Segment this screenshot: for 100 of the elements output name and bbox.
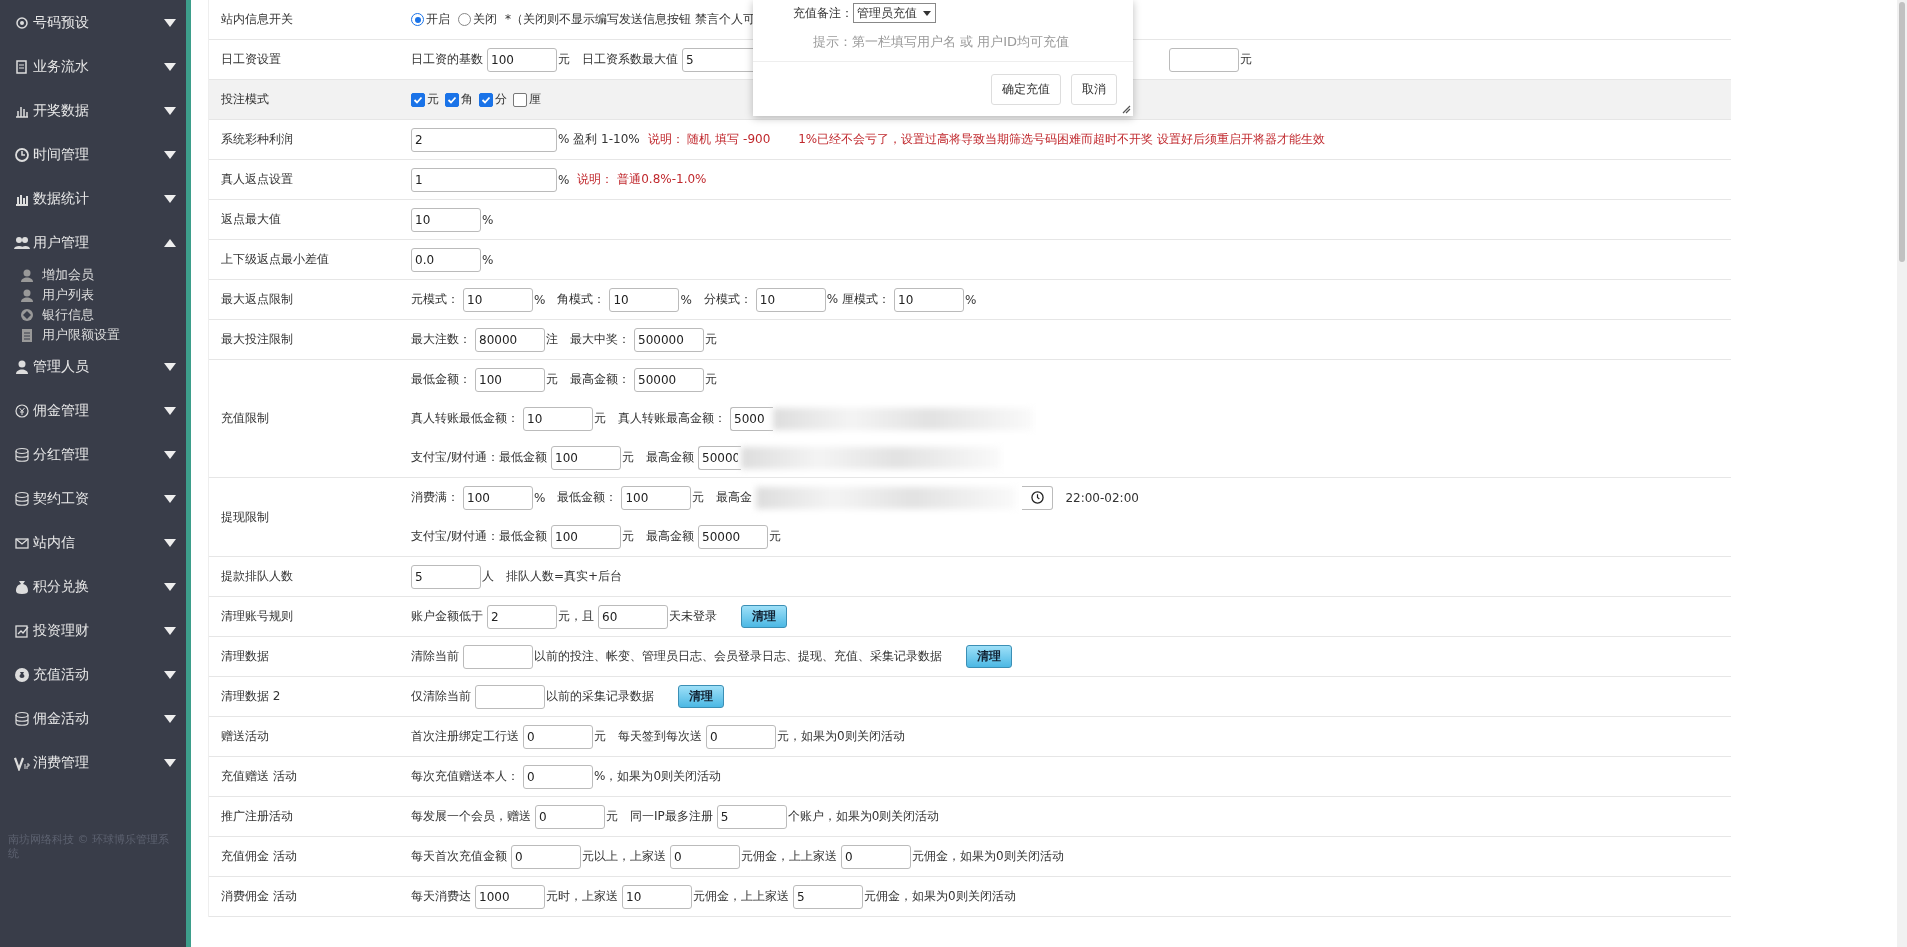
input-field[interactable]: 10 xyxy=(894,287,965,312)
field-label: 以前的采集记录数据 xyxy=(546,688,654,705)
row-label: 清理数据 xyxy=(220,648,270,665)
field-label: 元 xyxy=(558,51,570,68)
input-field[interactable]: 10 xyxy=(609,287,680,312)
caret-icon xyxy=(164,451,176,459)
input-field[interactable]: 0 xyxy=(841,844,911,869)
submenu-item[interactable]: 用户列表 xyxy=(0,285,186,305)
caret-icon xyxy=(164,195,176,203)
submenu-icon xyxy=(20,328,34,342)
input-field[interactable]: 1000 xyxy=(475,884,545,909)
input-field[interactable]: 2 xyxy=(411,127,557,152)
input-field[interactable]: 80000 xyxy=(475,327,545,352)
input-field[interactable]: 500000 xyxy=(634,327,704,352)
input-field[interactable]: 0 xyxy=(706,724,776,749)
checkbox[interactable]: 分 xyxy=(479,91,507,108)
menu-item-icon xyxy=(14,667,30,683)
input-field[interactable] xyxy=(475,684,545,709)
submenu-item[interactable]: 用户限额设置 xyxy=(0,325,186,345)
field-label: 最低金额： xyxy=(411,371,471,388)
clock-icon[interactable] xyxy=(1022,485,1054,510)
sidebar-item[interactable]: 号码预设 xyxy=(0,1,186,45)
input-field[interactable]: 5 xyxy=(716,804,787,829)
submenu-item[interactable]: 增加会员 xyxy=(0,265,186,285)
sidebar-item[interactable]: 数据统计 xyxy=(0,177,186,221)
caret-icon xyxy=(164,671,176,679)
input-field[interactable]: 100 xyxy=(551,524,622,549)
sidebar-item[interactable]: 佣金管理 xyxy=(0,389,186,433)
input-field[interactable]: 60 xyxy=(598,604,668,629)
input-field[interactable]: 0 xyxy=(535,804,605,829)
check-icon xyxy=(447,94,457,105)
menu-item-icon xyxy=(14,15,30,31)
input-field[interactable]: 10 xyxy=(463,287,533,312)
menu-item-icon xyxy=(14,535,30,551)
sidebar-item[interactable]: 分红管理 xyxy=(0,433,186,477)
field-label: 元 xyxy=(622,528,635,545)
sidebar-item[interactable]: 消费管理 xyxy=(0,741,186,785)
input-field[interactable]: 2 xyxy=(487,604,557,629)
input-field[interactable]: 100 xyxy=(551,445,622,470)
input-field[interactable]: 100 xyxy=(463,485,533,510)
caret-icon xyxy=(923,10,931,16)
sidebar-item[interactable]: 业务流水 xyxy=(0,45,186,89)
sidebar-item[interactable]: 站内信 xyxy=(0,521,186,565)
field-label: 每发展一个会员，赠送 xyxy=(411,808,531,825)
sidebar-item[interactable]: 开奖数据 xyxy=(0,89,186,133)
input-field[interactable]: 0.0 xyxy=(411,247,481,272)
field-label: 元以上，上家送 xyxy=(582,848,666,865)
input-field[interactable]: 10 xyxy=(523,406,593,431)
field-label: 仅清除当前 xyxy=(411,688,471,705)
input-field[interactable]: 100 xyxy=(621,485,692,510)
caret-icon xyxy=(164,63,176,71)
row-label: 提现限制 xyxy=(220,508,270,526)
note-text: 说明： 普通0.8%-1.0% xyxy=(577,171,707,188)
sidebar-item[interactable]: 佣金活动 xyxy=(0,697,186,741)
radio-option[interactable]: 关闭 xyxy=(458,11,497,28)
input-field[interactable]: 50000 xyxy=(634,367,704,392)
sidebar-item[interactable]: 契约工资 xyxy=(0,477,186,521)
field-label: 元 xyxy=(622,449,635,466)
input-field[interactable]: 5 xyxy=(411,564,481,589)
dialog-button[interactable]: 确定充值 xyxy=(991,74,1061,105)
input-field[interactable]: 10 xyxy=(411,207,481,232)
input-field[interactable]: 1 xyxy=(411,167,557,192)
input-field[interactable]: 5 xyxy=(793,884,863,909)
submenu-item[interactable]: 银行信息 xyxy=(0,305,186,325)
scrollbar[interactable] xyxy=(1897,0,1907,947)
input-field[interactable]: 100 xyxy=(487,47,557,72)
input-field[interactable]: 50000 xyxy=(698,524,769,549)
resize-grip-icon[interactable] xyxy=(1121,104,1131,114)
input-field[interactable]: 0 xyxy=(523,724,593,749)
checkbox[interactable]: 元 xyxy=(411,91,439,108)
input-field[interactable]: 10 xyxy=(755,287,826,312)
clear-button[interactable]: 清理 xyxy=(678,685,724,708)
checkbox[interactable]: 角 xyxy=(445,91,473,108)
field-label: 最高金额： xyxy=(570,371,630,388)
input-field[interactable]: 10 xyxy=(622,884,692,909)
field-label: 22:00-02:00 xyxy=(1065,490,1139,505)
row-label: 投注模式 xyxy=(220,91,270,108)
clear-button[interactable]: 清理 xyxy=(741,605,787,628)
caret-icon xyxy=(164,151,176,159)
input-field[interactable]: 0 xyxy=(670,844,740,869)
field-label: 同一IP最多注册 xyxy=(630,808,713,825)
input-field[interactable]: 0 xyxy=(511,844,581,869)
input-field[interactable]: 100 xyxy=(475,367,545,392)
radio-option[interactable]: 开启 xyxy=(411,11,450,28)
remark-select[interactable]: 管理员充值 xyxy=(853,3,936,23)
sidebar-item[interactable]: 用户管理 xyxy=(0,221,186,265)
input-field[interactable]: 0 xyxy=(523,764,593,789)
field-label: 日工资的基数 xyxy=(411,51,483,68)
input-field[interactable] xyxy=(463,644,533,669)
sidebar-item[interactable]: 时间管理 xyxy=(0,133,186,177)
clear-button[interactable]: 清理 xyxy=(966,645,1012,668)
dialog-button[interactable]: 取消 xyxy=(1071,74,1117,105)
sidebar-item[interactable]: 充值活动 xyxy=(0,653,186,697)
sidebar-item[interactable]: 管理人员 xyxy=(0,345,186,389)
sidebar-item[interactable]: 积分兑换 xyxy=(0,565,186,609)
caret-icon xyxy=(164,759,176,767)
sidebar-item[interactable]: 投资理财 xyxy=(0,609,186,653)
input-field[interactable]: 5000 xyxy=(730,406,773,431)
input-field[interactable] xyxy=(1169,47,1239,72)
checkbox[interactable]: 厘 xyxy=(513,91,541,108)
